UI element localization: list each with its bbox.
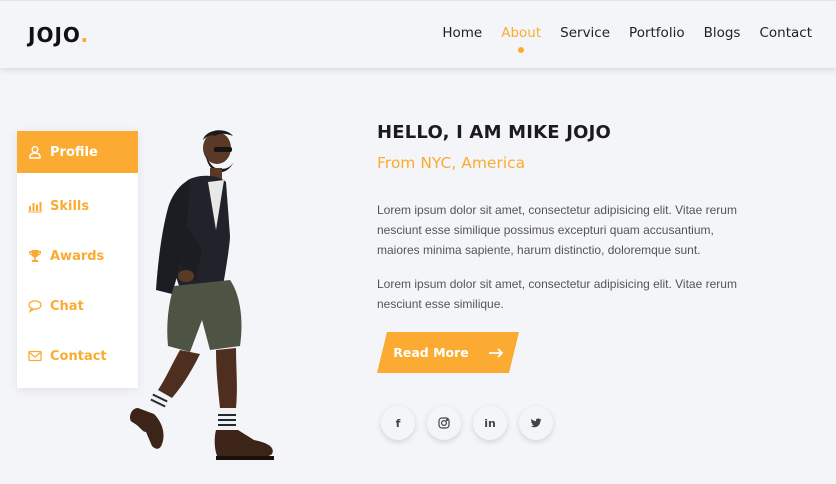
- twitter-link[interactable]: [519, 406, 553, 440]
- instagram-icon: [438, 417, 450, 429]
- profile-photo: [110, 118, 310, 484]
- envelope-icon: [28, 349, 42, 363]
- linkedin-link[interactable]: in: [473, 406, 507, 440]
- facebook-link[interactable]: f: [381, 406, 415, 440]
- nav-contact[interactable]: Contact: [759, 25, 812, 41]
- bar-chart-icon: [28, 199, 42, 213]
- linkedin-icon: in: [484, 416, 496, 430]
- side-item-label: Profile: [50, 144, 98, 160]
- nav-home[interactable]: Home: [442, 25, 482, 41]
- about-paragraph-1: Lorem ipsum dolor sit amet, consectetur …: [377, 203, 737, 257]
- trophy-icon: [28, 249, 42, 263]
- about-paragraph-2: Lorem ipsum dolor sit amet, consectetur …: [377, 277, 737, 311]
- nav-about-label: About: [501, 25, 542, 41]
- chat-icon: [28, 299, 42, 313]
- main-nav: Home About Service Portfolio Blogs Conta…: [442, 25, 812, 53]
- logo-text: JOJO: [28, 23, 81, 47]
- nav-service[interactable]: Service: [560, 25, 610, 41]
- nav-blogs[interactable]: Blogs: [704, 25, 741, 41]
- side-item-label: Skills: [50, 198, 90, 214]
- facebook-icon: f: [395, 416, 401, 430]
- side-item-label: Chat: [50, 298, 84, 314]
- logo-dot: .: [80, 23, 90, 47]
- user-icon: [28, 145, 42, 159]
- arrow-right-icon: [488, 348, 504, 358]
- about-heading: HELLO, I AM MIKE JOJO: [377, 122, 612, 143]
- active-indicator-dot: [518, 47, 525, 53]
- site-header: JOJO. Home About Service Portfolio Blogs…: [0, 0, 836, 68]
- read-more-button[interactable]: Read More: [377, 332, 485, 373]
- side-item-label: Contact: [50, 348, 107, 364]
- nav-portfolio[interactable]: Portfolio: [629, 25, 685, 41]
- instagram-link[interactable]: [427, 406, 461, 440]
- logo[interactable]: JOJO.: [28, 23, 89, 47]
- about-subheading: From NYC, America: [377, 154, 526, 172]
- side-item-label: Awards: [50, 248, 105, 264]
- nav-about[interactable]: About: [501, 25, 542, 53]
- social-links: f in: [381, 406, 553, 440]
- twitter-icon: [530, 418, 542, 428]
- read-more-group: Read More: [377, 332, 522, 373]
